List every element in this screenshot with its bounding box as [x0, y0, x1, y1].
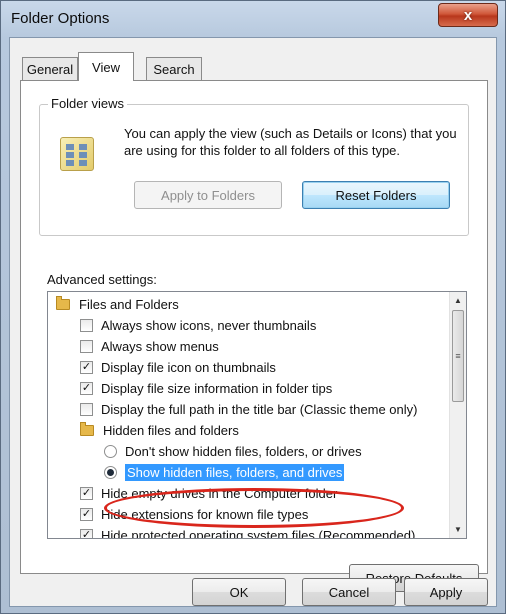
radio-button-selected[interactable]	[104, 466, 117, 479]
advanced-settings-list[interactable]: Files and Folders Always show icons, nev…	[47, 291, 467, 539]
reset-folders-button[interactable]: Reset Folders	[302, 181, 450, 209]
folder-views-description: You can apply the view (such as Details …	[124, 126, 457, 158]
dialog-client-area: General View Search Folder views You can…	[9, 37, 497, 607]
checkbox[interactable]	[80, 340, 93, 353]
list-item-hide-extensions[interactable]: ✓ Hide extensions for known file types	[80, 504, 308, 525]
scroll-down-arrow-icon[interactable]: ▼	[450, 521, 466, 538]
window-title: Folder Options	[11, 10, 110, 27]
list-item-dont-show-hidden[interactable]: Don't show hidden files, folders, or dri…	[104, 441, 362, 462]
check-icon: ✓	[81, 361, 92, 373]
check-icon: ✓	[81, 508, 92, 520]
checkbox-checked[interactable]: ✓	[80, 508, 93, 521]
list-item-always-show-icons[interactable]: Always show icons, never thumbnails	[80, 315, 316, 336]
checkbox-checked[interactable]: ✓	[80, 382, 93, 395]
folder-icon	[56, 296, 70, 310]
list-item-label: Display file size information in folder …	[101, 381, 333, 396]
list-item-files-and-folders: Files and Folders	[56, 294, 179, 315]
folder-views-group: Folder views You can apply the view (suc…	[39, 96, 469, 236]
list-item-label: Hide empty drives in the Computer folder	[101, 486, 338, 501]
checkbox[interactable]	[80, 403, 93, 416]
checkbox-checked[interactable]: ✓	[80, 529, 93, 539]
ok-button[interactable]: OK	[192, 578, 286, 606]
check-icon: ✓	[81, 487, 92, 499]
check-icon: ✓	[81, 382, 92, 394]
check-icon: ✓	[81, 529, 92, 539]
list-item-label: Always show menus	[101, 339, 219, 354]
apply-to-folders-button[interactable]: Apply to Folders	[134, 181, 282, 209]
list-item-show-hidden[interactable]: Show hidden files, folders, and drives	[104, 462, 345, 483]
list-item-display-file-icon[interactable]: ✓ Display file icon on thumbnails	[80, 357, 276, 378]
list-item-display-full-path[interactable]: Display the full path in the title bar (…	[80, 399, 417, 420]
tab-general-label: General	[26, 61, 74, 77]
list-item-hidden-files-folder: Hidden files and folders	[80, 420, 239, 441]
cancel-button[interactable]: Cancel	[302, 578, 396, 606]
scroll-up-arrow-icon[interactable]: ▲	[450, 292, 466, 309]
tab-search-label: Search	[153, 61, 195, 77]
list-item-always-show-menus[interactable]: Always show menus	[80, 336, 219, 357]
vertical-scrollbar[interactable]: ▲ ≡ ▼	[449, 292, 466, 538]
title-bar[interactable]: Folder Options x	[1, 1, 505, 37]
list-item-hide-protected-files[interactable]: ✓ Hide protected operating system files …	[80, 525, 416, 539]
list-item-label: Display file icon on thumbnails	[101, 360, 276, 375]
scroll-thumb[interactable]: ≡	[452, 310, 464, 402]
list-item-hide-empty-drives[interactable]: ✓ Hide empty drives in the Computer fold…	[80, 483, 337, 504]
list-item-label: Hide protected operating system files (R…	[101, 528, 416, 539]
folder-icon	[80, 422, 94, 436]
tab-search[interactable]: Search	[146, 57, 202, 80]
list-item-label: Display the full path in the title bar (…	[101, 402, 418, 417]
tab-general[interactable]: General	[22, 57, 78, 80]
folder-options-window: Folder Options x General View Search Fol…	[0, 0, 506, 614]
list-item-label: Hidden files and folders	[103, 423, 239, 438]
folder-view-icon	[60, 137, 94, 171]
close-button[interactable]: x	[438, 3, 498, 27]
checkbox-checked[interactable]: ✓	[80, 487, 93, 500]
tab-view[interactable]: View	[78, 52, 134, 81]
list-item-display-file-size[interactable]: ✓ Display file size information in folde…	[80, 378, 332, 399]
close-icon: x	[463, 6, 473, 24]
radio-button[interactable]	[104, 445, 117, 458]
list-item-label: Don't show hidden files, folders, or dri…	[125, 444, 362, 459]
checkbox[interactable]	[80, 319, 93, 332]
list-item-label: Always show icons, never thumbnails	[101, 318, 317, 333]
tab-view-label: View	[92, 59, 120, 75]
folder-views-label: Folder views	[48, 96, 127, 111]
apply-button[interactable]: Apply	[404, 578, 488, 606]
advanced-settings-label: Advanced settings:	[47, 272, 157, 287]
list-item-label: Hide extensions for known file types	[101, 507, 309, 522]
view-tab-panel: Folder views You can apply the view (suc…	[20, 80, 488, 592]
list-item-label: Files and Folders	[79, 297, 179, 312]
list-item-label: Show hidden files, folders, and drives	[125, 464, 345, 481]
checkbox-checked[interactable]: ✓	[80, 361, 93, 374]
